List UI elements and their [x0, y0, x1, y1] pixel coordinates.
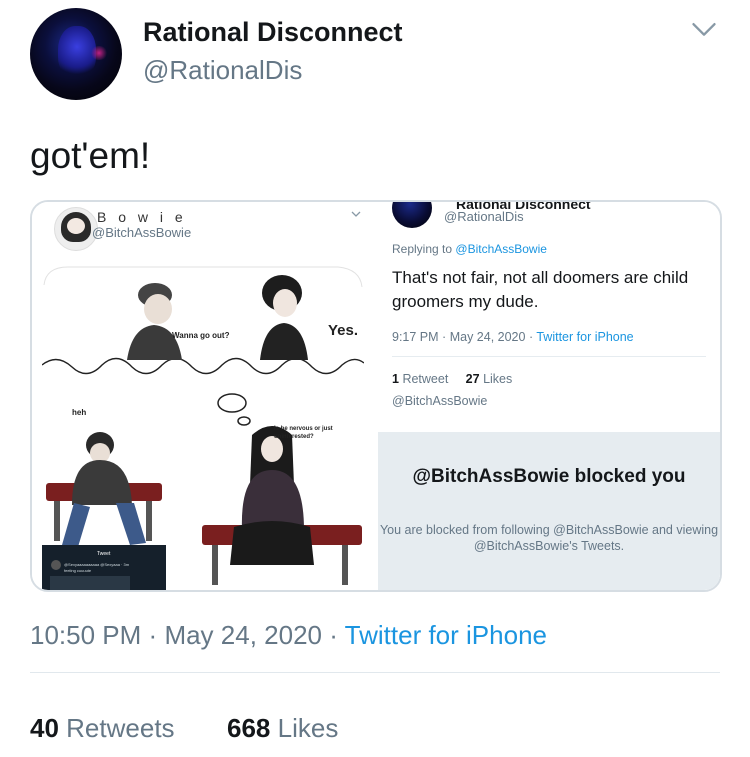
media-left-screenshot: B o w i e @BitchAssBowie Wanna go out? Y…	[32, 202, 378, 590]
tweet-meta: 10:50 PM · May 24, 2020 · Twitter for iP…	[30, 620, 547, 650]
divider	[392, 356, 706, 357]
user-handle[interactable]: @RationalDis	[143, 55, 302, 86]
meme-illustration: Wanna go out? Yes. heh Is he nervous or …	[42, 265, 364, 590]
reply-stats: 1 Retweet 27 Likes	[392, 372, 513, 386]
tweet-time: 10:50 PM	[30, 620, 142, 650]
replying-prefix: Replying to	[392, 242, 453, 256]
bowie-tag: @BitchAssBowie	[392, 394, 488, 408]
profile-avatar[interactable]	[30, 8, 122, 100]
phone-line1: @Sexyaaaaaaaaaa @Sexyaaa · 3m	[64, 562, 130, 567]
blocked-title: @BitchAssBowie blocked you	[412, 466, 686, 487]
blocked-notice: @BitchAssBowie blocked you You are block…	[378, 432, 720, 590]
divider	[30, 672, 720, 673]
rational-handle-small: @RationalDis	[444, 209, 524, 224]
meme-heh: heh	[72, 408, 86, 417]
replying-to: Replying to @BitchAssBowie	[392, 242, 547, 256]
reply-source: Twitter for iPhone	[536, 330, 634, 344]
display-name[interactable]: Rational Disconnect	[143, 17, 403, 48]
tweet-counts: 40 Retweets 668 Likes	[30, 713, 338, 744]
reply-meta: 9:17 PM · May 24, 2020 · Twitter for iPh…	[392, 330, 634, 344]
replying-mention: @BitchAssBowie	[455, 242, 547, 256]
avatar-glow	[90, 46, 108, 60]
reply-text: That's not fair, not all doomers are chi…	[392, 268, 689, 311]
retweets-count[interactable]: 40 Retweets	[30, 713, 175, 743]
tweet-media[interactable]: B o w i e @BitchAssBowie Wanna go out? Y…	[30, 200, 722, 592]
chevron-down-icon[interactable]	[690, 16, 718, 44]
tweet-text: got'em!	[30, 135, 151, 176]
tweet-date: May 24, 2020	[164, 620, 322, 650]
bowie-display-name: B o w i e	[97, 209, 187, 225]
likes-count[interactable]: 668 Likes	[227, 713, 338, 743]
speech-yes: Yes.	[328, 322, 358, 339]
blocked-description: You are blocked from following @BitchAss…	[379, 523, 719, 553]
rational-avatar-small	[392, 202, 432, 228]
reply-date: May 24, 2020	[449, 330, 526, 344]
bowie-handle: @BitchAssBowie	[92, 225, 192, 240]
phone-title: Tweet	[97, 551, 111, 557]
reply-time: 9:17 PM	[392, 330, 439, 344]
phone-line2: feeling cuuuute	[64, 568, 92, 573]
tweet-source[interactable]: Twitter for iPhone	[345, 620, 547, 650]
speech-wanna: Wanna go out?	[172, 331, 230, 340]
chevron-down-icon	[351, 211, 361, 217]
media-right-screenshot: Rational Disconnect @RationalDis Replyin…	[378, 202, 720, 590]
